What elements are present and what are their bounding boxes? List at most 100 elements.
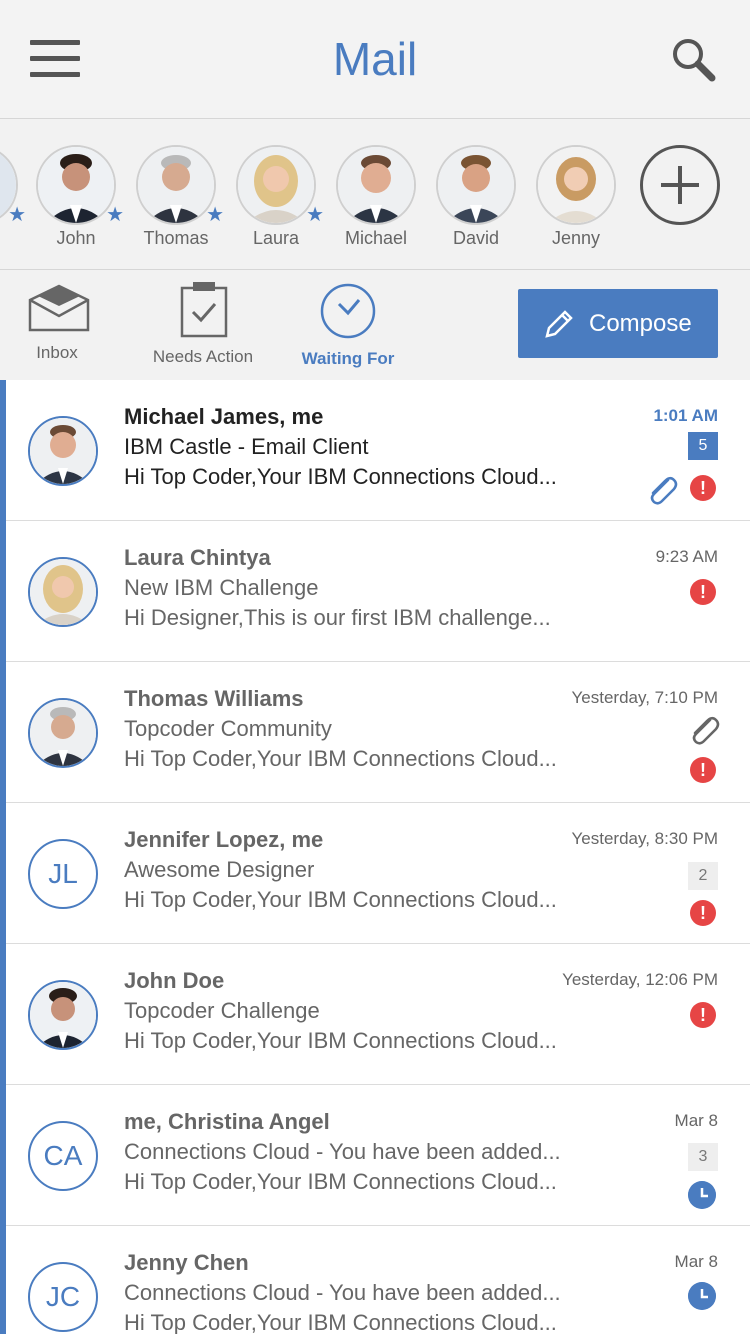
- contact-name: Laura: [252, 228, 300, 248]
- star-icon: ★: [8, 204, 26, 226]
- alert-icon: !: [690, 1002, 716, 1028]
- message-row[interactable]: Laura Chintya New IBM Challenge Hi Desig…: [0, 521, 750, 662]
- tab-waiting-for[interactable]: Waiting For: [296, 282, 400, 369]
- compose-button[interactable]: Compose: [518, 289, 718, 358]
- message-row[interactable]: Thomas Williams Topcoder Community Hi To…: [0, 662, 750, 803]
- waiting-clock-icon: [688, 1181, 716, 1209]
- thread-count-badge: 5: [688, 432, 718, 460]
- favorite-contacts: ★ ★ John ★ Thomas ★ Laura Michael David …: [0, 119, 750, 270]
- avatar: [236, 145, 316, 225]
- avatar: [28, 416, 98, 486]
- clock-icon: [320, 283, 376, 339]
- unread-indicator: [0, 944, 6, 1085]
- message-time: Mar 8: [674, 1252, 718, 1271]
- message-row[interactable]: Michael James, me IBM Castle - Email Cli…: [0, 380, 750, 521]
- contact-avatar: [536, 145, 616, 225]
- contact-partial[interactable]: ★: [0, 145, 26, 228]
- star-icon: ★: [206, 204, 224, 226]
- message-time: Yesterday, 12:06 PM: [562, 970, 718, 989]
- contact-michael[interactable]: Michael: [336, 145, 416, 249]
- message-subject: Awesome Designer: [124, 857, 315, 882]
- contact-name: Michael: [344, 228, 408, 248]
- tab-inbox[interactable]: Inbox: [28, 282, 90, 363]
- message-sender: Jenny Chen: [124, 1250, 249, 1275]
- star-icon: ★: [106, 204, 124, 226]
- thread-count-badge: 2: [688, 862, 718, 890]
- avatar: [536, 145, 616, 225]
- message-preview: Hi Top Coder,Your IBM Connections Cloud.…: [124, 1028, 557, 1053]
- message-time: 9:23 AM: [655, 547, 718, 566]
- message-list: Michael James, me IBM Castle - Email Cli…: [0, 380, 750, 1334]
- search-button[interactable]: [670, 36, 718, 84]
- clipboard-check-icon: [180, 282, 228, 338]
- avatar: JL: [28, 839, 98, 909]
- message-sender: John Doe: [124, 968, 225, 993]
- message-preview: Hi Top Coder,Your IBM Connections Cloud.…: [124, 887, 557, 912]
- envelope-icon: [28, 284, 90, 332]
- unread-indicator: [0, 521, 6, 662]
- contact-name: David: [452, 228, 500, 248]
- tab-label: Waiting For: [301, 349, 395, 368]
- unread-indicator: [0, 1226, 6, 1334]
- message-sender: Thomas Williams: [124, 686, 304, 711]
- message-row[interactable]: JL Jennifer Lopez, me Awesome Designer H…: [0, 803, 750, 944]
- unread-indicator: [0, 662, 6, 803]
- pencil-icon: [545, 309, 573, 338]
- message-subject: IBM Castle - Email Client: [124, 434, 369, 459]
- message-sender: me, Christina Angel: [124, 1109, 330, 1134]
- message-preview: Hi Top Coder,Your IBM Connections Cloud.…: [124, 464, 557, 489]
- avatar: [136, 145, 216, 225]
- app-header: Mail: [0, 0, 750, 119]
- alert-icon: !: [690, 579, 716, 605]
- contact-avatar: [436, 145, 516, 225]
- message-row[interactable]: JC Jenny Chen Connections Cloud - You ha…: [0, 1226, 750, 1334]
- contact-name: Thomas: [143, 228, 209, 248]
- avatar: [436, 145, 516, 225]
- alert-icon: !: [690, 475, 716, 501]
- message-preview: Hi Designer,This is our first IBM challe…: [124, 605, 551, 630]
- contact-avatar: ★: [236, 145, 324, 225]
- avatar: [28, 698, 98, 768]
- message-row[interactable]: John Doe Topcoder Challenge Hi Top Coder…: [0, 944, 750, 1085]
- message-time: Mar 8: [674, 1111, 718, 1130]
- tab-needs-action[interactable]: Needs Action: [146, 282, 260, 367]
- message-preview: Hi Top Coder,Your IBM Connections Cloud.…: [124, 1310, 557, 1334]
- add-contact-button[interactable]: [640, 145, 720, 225]
- contact-avatar: ★: [0, 145, 26, 225]
- message-row[interactable]: CA me, Christina Angel Connections Cloud…: [0, 1085, 750, 1226]
- search-icon: [673, 39, 716, 82]
- contact-john[interactable]: ★ John: [36, 145, 124, 249]
- page-title: Mail: [332, 33, 418, 85]
- avatar: JC: [28, 1262, 98, 1332]
- message-subject: Topcoder Challenge: [124, 998, 320, 1023]
- tab-label: Needs Action: [152, 347, 254, 366]
- unread-indicator: [0, 1085, 6, 1226]
- avatar: CA: [28, 1121, 98, 1191]
- contact-avatar: ★: [136, 145, 224, 225]
- message-preview: Hi Top Coder,Your IBM Connections Cloud.…: [124, 1169, 557, 1194]
- message-sender: Michael James, me: [124, 404, 324, 429]
- avatar: [28, 980, 98, 1050]
- contact-david[interactable]: David: [436, 145, 516, 249]
- avatar: [36, 145, 116, 225]
- tab-label: Inbox: [36, 343, 78, 362]
- paperclip-icon: [650, 477, 678, 505]
- contact-avatar: ★: [36, 145, 124, 225]
- unread-indicator: [0, 380, 6, 521]
- message-subject: Connections Cloud - You have been added.…: [124, 1139, 561, 1164]
- message-time: Yesterday, 8:30 PM: [571, 829, 718, 848]
- message-sender: Laura Chintya: [124, 545, 271, 570]
- contact-jenny[interactable]: Jenny: [536, 145, 616, 249]
- contact-avatar: [336, 145, 416, 225]
- message-preview: Hi Top Coder,Your IBM Connections Cloud.…: [124, 746, 557, 771]
- star-icon: ★: [306, 204, 324, 226]
- message-subject: Topcoder Community: [124, 716, 332, 741]
- contact-name: Jenny: [551, 228, 601, 248]
- message-subject: Connections Cloud - You have been added.…: [124, 1280, 561, 1305]
- contact-name: John: [56, 228, 96, 248]
- waiting-clock-icon: [688, 1282, 716, 1310]
- paperclip-icon: [692, 717, 720, 745]
- contact-laura[interactable]: ★ Laura: [236, 145, 324, 249]
- contact-thomas[interactable]: ★ Thomas: [136, 145, 224, 249]
- unread-indicator: [0, 803, 6, 944]
